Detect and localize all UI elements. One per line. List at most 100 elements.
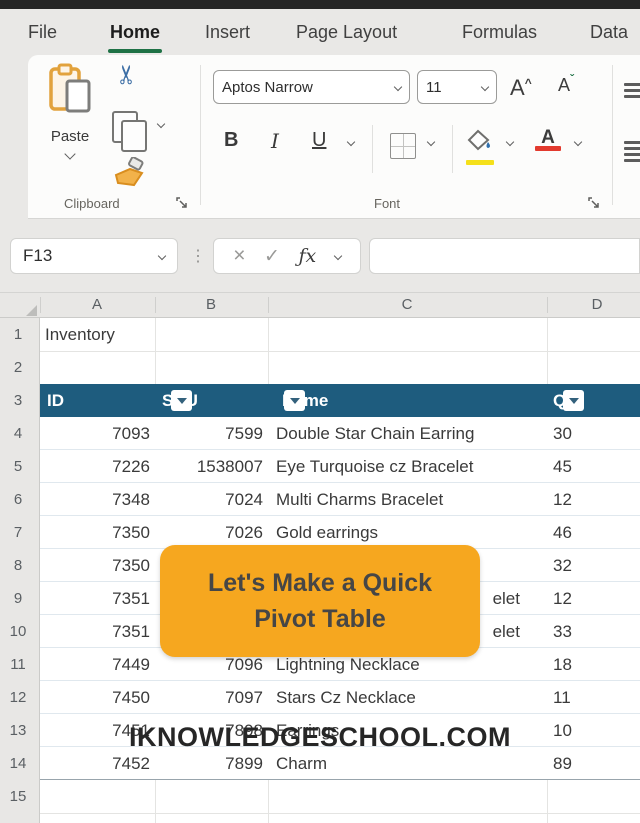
filter-dropdown-icon[interactable] [284, 390, 305, 411]
cell-sku[interactable]: 1538007 [155, 450, 268, 483]
table-row[interactable]: 74507097Stars Cz Necklace11 [40, 681, 640, 714]
format-painter-icon[interactable] [112, 157, 146, 194]
cut-icon[interactable]: ✂ [111, 64, 142, 86]
row-header-16[interactable]: 16 [0, 813, 36, 823]
cancel-icon[interactable]: × [233, 244, 245, 268]
cell-sku[interactable]: 7024 [155, 483, 268, 516]
align-left-icon[interactable] [624, 141, 640, 165]
copy-icon[interactable] [112, 111, 138, 143]
cell-id[interactable]: 7093 [40, 417, 155, 450]
tab-data[interactable]: Data [590, 9, 628, 55]
font-dialog-launcher-icon[interactable] [588, 197, 600, 209]
tab-file[interactable]: File [28, 9, 57, 55]
cell-a1-inventory[interactable]: Inventory [45, 318, 115, 351]
enter-icon[interactable]: ✓ [264, 245, 280, 268]
row-header-5[interactable]: 5 [0, 450, 36, 483]
cell-qty[interactable]: 33 [547, 615, 640, 648]
cell-qty[interactable]: 12 [547, 582, 640, 615]
cell-sku[interactable]: 7097 [155, 681, 268, 714]
cell-id[interactable]: 7351 [40, 582, 155, 615]
cell-qty[interactable]: 18 [547, 648, 640, 681]
copy-dropdown-chevron-icon[interactable] [157, 120, 165, 128]
cell-id[interactable]: 7450 [40, 681, 155, 714]
column-header-b[interactable]: B [206, 296, 216, 313]
filter-dropdown-icon[interactable] [171, 390, 192, 411]
cell-name[interactable]: Eye Turquoise cz Bracelet [268, 450, 547, 483]
cell-qty[interactable]: 46 [547, 516, 640, 549]
underline-button[interactable]: U [312, 129, 326, 152]
paste-dropdown-chevron-icon[interactable] [64, 148, 75, 159]
callout-banner: Let's Make a Quick Pivot Table [160, 545, 480, 657]
excel-window: File Home Insert Page Layout Formulas Data Pa… [0, 0, 640, 823]
cell-qty[interactable]: 32 [547, 549, 640, 582]
row-header-9[interactable]: 9 [0, 582, 36, 615]
cell-id[interactable]: 7350 [40, 516, 155, 549]
tab-page-layout[interactable]: Page Layout [296, 9, 397, 55]
paste-button[interactable]: Paste [42, 63, 98, 173]
drag-dots-icon: ⋮ [190, 246, 206, 266]
font-size-combo[interactable]: 11 [417, 70, 497, 104]
row-header-3[interactable]: 3 [0, 384, 36, 417]
cell-sku[interactable]: 7599 [155, 417, 268, 450]
cell-name[interactable]: Multi Charms Bracelet [268, 483, 547, 516]
decrease-font-size-button[interactable]: Aˇ [558, 75, 574, 96]
cell-qty[interactable]: 12 [547, 483, 640, 516]
font-color-chevron-icon[interactable] [574, 138, 582, 146]
font-name-combo[interactable]: Aptos Narrow [213, 70, 410, 104]
cell-id[interactable]: 7449 [40, 648, 155, 681]
row-header-12[interactable]: 12 [0, 681, 36, 714]
fx-chevron-icon[interactable] [333, 252, 341, 260]
borders-chevron-icon[interactable] [427, 138, 435, 146]
increase-font-size-button[interactable]: A^ [510, 75, 532, 101]
caret-up-icon: ^ [525, 76, 532, 90]
font-group-label: Font [374, 196, 400, 211]
bold-button[interactable]: B [224, 129, 238, 152]
tab-insert[interactable]: Insert [205, 9, 250, 55]
divider [372, 125, 373, 173]
ribbon-tab-bar: File Home Insert Page Layout Formulas Data [0, 9, 640, 55]
column-header-c[interactable]: C [402, 296, 413, 313]
font-color-button[interactable]: A [536, 127, 560, 149]
fill-color-chevron-icon[interactable] [506, 138, 514, 146]
cell-id[interactable]: 7348 [40, 483, 155, 516]
fill-color-button[interactable] [466, 129, 496, 158]
align-top-icon[interactable] [624, 83, 640, 101]
font-color-bar [535, 146, 561, 151]
cell-id[interactable]: 7351 [40, 615, 155, 648]
table-header-name: Name [268, 384, 547, 417]
row-header-11[interactable]: 11 [0, 648, 36, 681]
row-header-2[interactable]: 2 [0, 351, 36, 384]
table-row[interactable]: 72261538007Eye Turquoise cz Bracelet45 [40, 450, 640, 483]
cell-id[interactable]: 7226 [40, 450, 155, 483]
formula-input[interactable] [369, 238, 640, 274]
cell-qty[interactable]: 30 [547, 417, 640, 450]
borders-icon[interactable] [390, 133, 416, 159]
select-all-button[interactable] [0, 293, 40, 319]
insert-function-icon[interactable]: ƒx [298, 245, 316, 267]
row-header-15[interactable]: 15 [0, 780, 36, 813]
cell-qty[interactable]: 45 [547, 450, 640, 483]
name-box[interactable]: F13 [10, 238, 178, 274]
row-header-6[interactable]: 6 [0, 483, 36, 516]
cell-qty[interactable]: 11 [547, 681, 640, 714]
table-row[interactable]: 70937599Double Star Chain Earring30 [40, 417, 640, 450]
cell-id[interactable]: 7350 [40, 549, 155, 582]
italic-button[interactable]: I [271, 129, 279, 153]
column-header-d[interactable]: D [592, 296, 603, 313]
tab-home[interactable]: Home [110, 9, 160, 55]
underline-chevron-icon[interactable] [347, 138, 355, 146]
row-header-1[interactable]: 1 [0, 318, 36, 351]
font-name-chevron-icon [394, 83, 402, 91]
row-header-7[interactable]: 7 [0, 516, 36, 549]
filter-dropdown-icon[interactable] [563, 390, 584, 411]
row-header-10[interactable]: 10 [0, 615, 36, 648]
row-header-4[interactable]: 4 [0, 417, 36, 450]
row-header-8[interactable]: 8 [0, 549, 36, 582]
cell-name[interactable]: Stars Cz Necklace [268, 681, 547, 714]
cell-name[interactable]: Double Star Chain Earring [268, 417, 547, 450]
column-header-a[interactable]: A [92, 296, 102, 313]
ribbon: Paste ✂ Clipboard Aptos Narrow 11 A^ [28, 55, 640, 219]
table-row[interactable]: 73487024Multi Charms Bracelet12 [40, 483, 640, 516]
clipboard-dialog-launcher-icon[interactable] [176, 197, 188, 209]
tab-formulas[interactable]: Formulas [462, 9, 537, 55]
